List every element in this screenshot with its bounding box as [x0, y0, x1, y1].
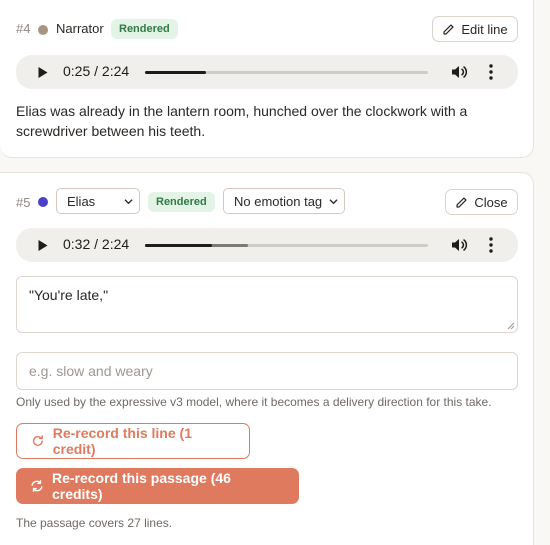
rerecord-passage-label: Re-record this passage (46 credits) [51, 470, 231, 502]
audio-player: 0:25 / 2:24 [16, 55, 518, 89]
playback-time: 0:32 / 2:24 [63, 236, 130, 252]
rerecord-line-label: Re-record this line (1 credit) [52, 425, 192, 457]
delivery-direction-input[interactable] [16, 352, 518, 390]
speaker-select[interactable]: Elias [56, 188, 140, 214]
speaker-color-dot [38, 25, 48, 35]
resize-handle-icon[interactable] [507, 322, 515, 330]
rerecord-line-button[interactable]: Re-record this line (1 credit) [16, 423, 250, 459]
line-text-editor[interactable]: "You're late," [16, 276, 518, 333]
line-card-5: #5 Elias Rendered No emotion tag Close 0… [0, 172, 534, 545]
audio-player: 0:32 / 2:24 [16, 228, 518, 262]
passage-line-count: The passage covers 27 lines. [16, 516, 173, 530]
status-badge: Rendered [148, 192, 215, 212]
speaker-name: Narrator [56, 21, 104, 36]
status-badge: Rendered [111, 19, 178, 39]
line-number: #5 [16, 195, 31, 210]
chevron-down-icon [124, 198, 133, 204]
play-icon[interactable] [37, 66, 49, 79]
rerecord-passage-button[interactable]: Re-record this passage (46 credits) [16, 468, 299, 504]
line-text-value: "You're late," [29, 287, 109, 303]
sync-icon [31, 480, 43, 492]
line-number: #4 [16, 21, 31, 36]
pencil-icon [443, 23, 454, 35]
chevron-down-icon [329, 198, 338, 204]
close-label: Close [474, 194, 508, 210]
emotion-tag-select[interactable]: No emotion tag [223, 188, 345, 214]
play-icon[interactable] [37, 239, 49, 252]
seek-progress [145, 244, 212, 247]
line-text: Elias was already in the lantern room, h… [16, 103, 468, 139]
speaker-color-dot [38, 197, 48, 207]
more-options-icon[interactable] [489, 237, 493, 253]
more-options-icon[interactable] [489, 64, 493, 80]
volume-icon[interactable] [451, 237, 468, 253]
edit-line-label: Edit line [461, 21, 508, 37]
line-card-4: #4 Narrator Rendered Edit line 0:25 / 2:… [0, 0, 534, 158]
close-button[interactable]: Close [445, 189, 518, 215]
emotion-select-value: No emotion tag [234, 193, 323, 209]
playback-time: 0:25 / 2:24 [63, 63, 130, 79]
seek-progress [145, 71, 206, 74]
refresh-icon [32, 435, 43, 446]
edit-line-button[interactable]: Edit line [432, 16, 518, 42]
direction-hint: Only used by the expressive v3 model, wh… [16, 395, 492, 409]
speaker-select-value: Elias [67, 193, 96, 209]
pencil-icon [456, 196, 467, 208]
volume-icon[interactable] [451, 64, 468, 80]
